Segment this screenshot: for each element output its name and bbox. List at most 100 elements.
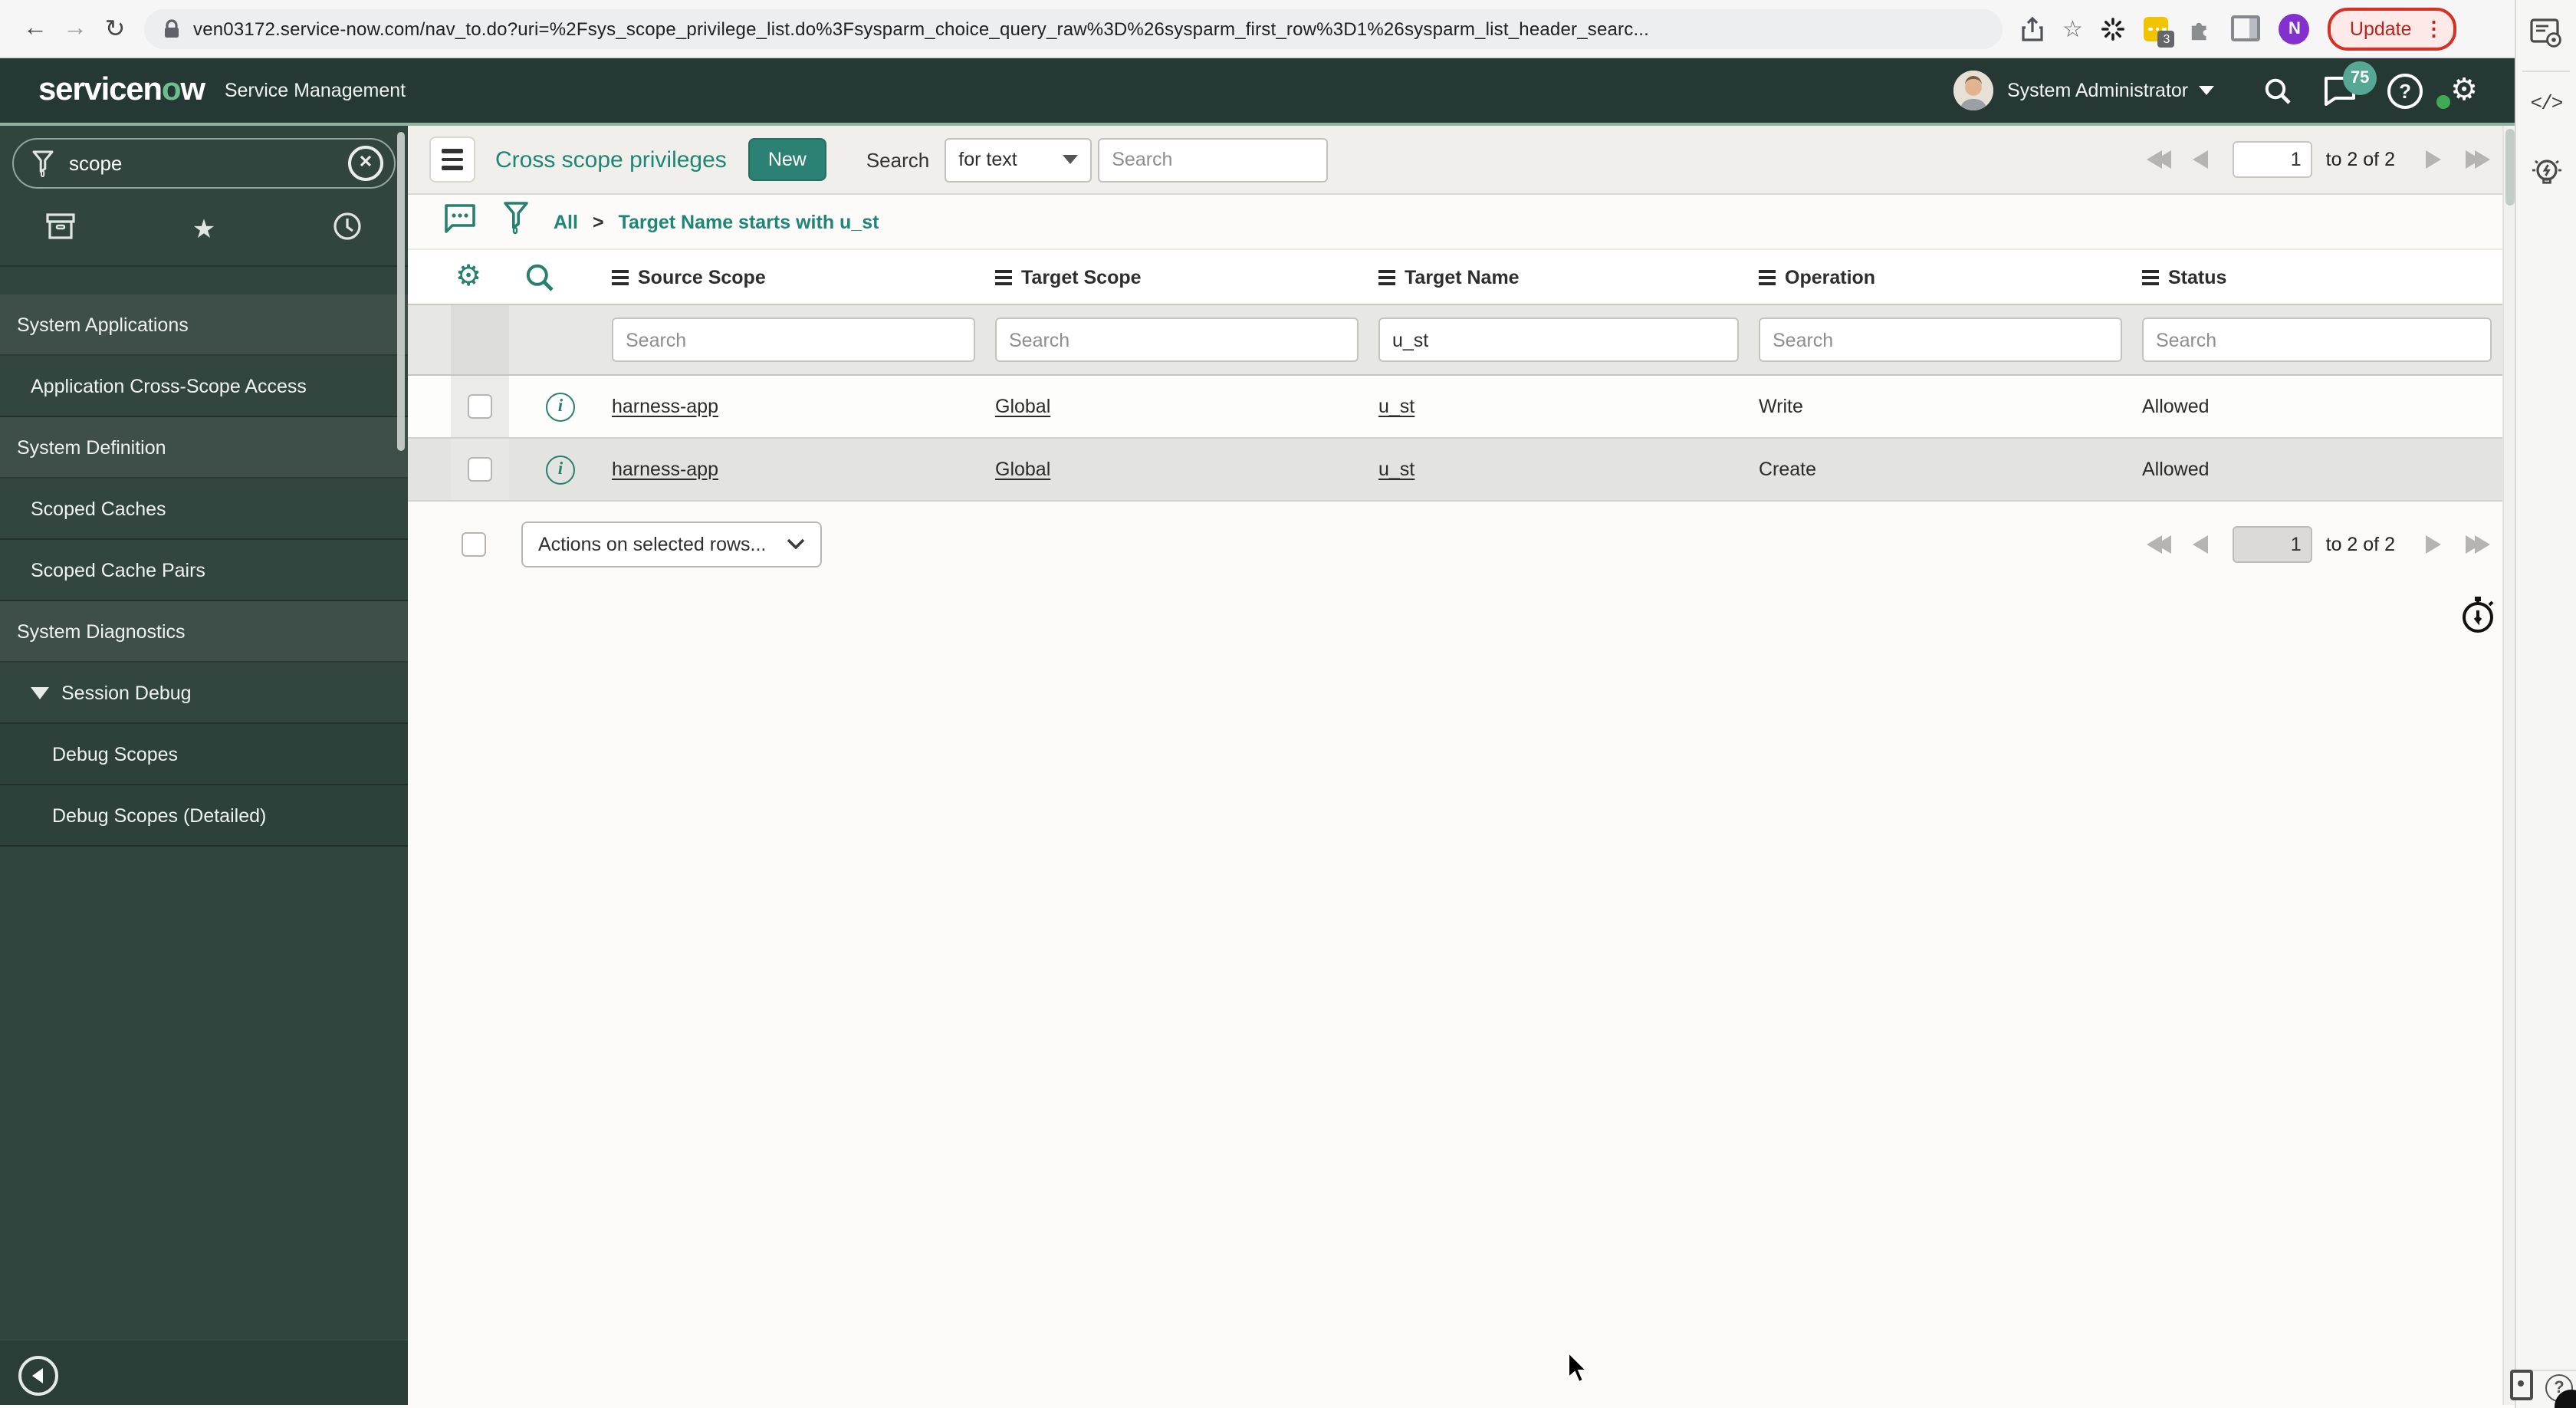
help-icon[interactable]: ? (2387, 73, 2423, 108)
column-menu-icon[interactable] (612, 269, 629, 285)
navigator-filter[interactable]: ✕ (12, 138, 396, 189)
navigator-filter-input[interactable] (66, 150, 348, 176)
last-page-button[interactable] (2466, 535, 2490, 554)
user-menu-caret-icon[interactable] (2199, 86, 2215, 95)
actions-select[interactable]: Actions on selected rows... (521, 521, 822, 567)
list-search-input[interactable] (1098, 137, 1329, 182)
column-menu-icon[interactable] (1378, 269, 1395, 285)
global-search-icon[interactable] (2263, 76, 2292, 105)
record-info-icon[interactable]: i (546, 392, 575, 421)
column-header-source-scope[interactable]: Source Scope (612, 250, 995, 304)
conversations-icon[interactable]: 75 (2323, 61, 2377, 106)
settings-gear-icon[interactable]: ⚙ (2450, 75, 2478, 106)
breadcrumb-all-link[interactable]: All (554, 211, 578, 232)
filter-input-target-name[interactable] (1378, 317, 1739, 362)
code-console-icon[interactable]: </> (2516, 92, 2576, 115)
record-info-icon[interactable]: i (546, 455, 575, 484)
select-all-checkbox[interactable] (462, 532, 486, 557)
list-context-menu-icon[interactable] (429, 137, 475, 183)
previous-page-button[interactable] (2192, 535, 2208, 554)
first-page-button[interactable] (2146, 150, 2171, 169)
column-menu-icon[interactable] (2142, 269, 2159, 285)
content-scrollbar[interactable] (2502, 126, 2515, 1405)
last-page-button[interactable] (2466, 150, 2490, 169)
side-panel-icon[interactable] (2231, 15, 2261, 41)
cell-target-scope-link[interactable]: Global (995, 396, 1050, 417)
next-page-button[interactable] (2426, 150, 2441, 169)
filter-funnel-icon (32, 150, 54, 176)
column-menu-icon[interactable] (1759, 269, 1776, 285)
filter-input-source-scope[interactable] (612, 317, 975, 362)
tab-history[interactable] (333, 211, 362, 248)
navigator-tabs: ★ (0, 193, 408, 267)
list-title[interactable]: Cross scope privileges (495, 146, 727, 173)
filter-input-operation[interactable] (1759, 317, 2122, 362)
collapse-sidebar-button[interactable] (18, 1356, 58, 1396)
new-button[interactable]: New (748, 138, 826, 181)
browser-reload-icon[interactable]: ↻ (95, 13, 135, 44)
next-page-button[interactable] (2426, 535, 2441, 554)
page-number-input[interactable] (2232, 141, 2312, 178)
cell-target-scope-link[interactable]: Global (995, 459, 1050, 480)
list-personalize-gear-icon[interactable]: ⚙ (455, 250, 509, 304)
response-time-icon[interactable] (2459, 595, 2496, 643)
extension-spinner-icon[interactable] (2101, 16, 2126, 41)
sidebar-item-debug-scopes-detailed[interactable]: Debug Scopes (Detailed) (0, 785, 408, 847)
servicenow-header: servicenow Service Management System Adm… (0, 58, 2515, 126)
sidebar-item-scoped-caches[interactable]: Scoped Caches (0, 479, 408, 540)
user-avatar[interactable] (1953, 71, 1993, 110)
column-header-operation[interactable]: Operation (1759, 250, 2142, 304)
navigator-menu: System Applications Application Cross-Sc… (0, 294, 408, 847)
sidebar-section-system-applications[interactable]: System Applications (0, 294, 408, 356)
breadcrumb-filter-link[interactable]: Target Name starts with u_st (619, 211, 879, 232)
column-header-target-name[interactable]: Target Name (1378, 250, 1759, 304)
clear-filter-icon[interactable]: ✕ (348, 146, 383, 181)
extension-yellow-icon[interactable]: 3 (2144, 16, 2175, 47)
application-navigator: ✕ ★ System Applications Application Cros… (0, 126, 408, 1405)
share-icon[interactable] (2021, 16, 2044, 41)
pagination-bottom: to 2 of 2 (2146, 526, 2490, 563)
sidebar-item-debug-scopes[interactable]: Debug Scopes (0, 724, 408, 785)
previous-page-button[interactable] (2192, 150, 2208, 169)
bookmark-star-icon[interactable]: ☆ (2062, 15, 2083, 42)
tab-favorites[interactable]: ★ (192, 216, 216, 242)
servicenow-logo[interactable]: servicenow (38, 72, 205, 109)
column-header-target-scope[interactable]: Target Scope (995, 250, 1378, 304)
column-search-toggle-icon[interactable] (509, 250, 612, 304)
first-page-button[interactable] (2146, 535, 2171, 554)
cell-source-scope-link[interactable]: harness-app (612, 396, 718, 417)
sidebar-scrollbar[interactable] (397, 132, 405, 451)
cell-target-name-link[interactable]: u_st (1378, 459, 1414, 480)
cell-target-name-link[interactable]: u_st (1378, 396, 1414, 417)
column-header-status[interactable]: Status (2142, 250, 2515, 304)
row-checkbox[interactable] (468, 457, 492, 482)
sidebar-section-system-diagnostics[interactable]: System Diagnostics (0, 601, 408, 663)
filter-input-target-scope[interactable] (995, 317, 1359, 362)
idea-lightbulb-icon[interactable] (2516, 153, 2576, 193)
expanded-caret-icon (31, 686, 49, 699)
dock-panel-icon[interactable] (2510, 1370, 2533, 1400)
tab-all-applications[interactable] (46, 212, 75, 246)
update-label: Update (2349, 18, 2412, 39)
cell-source-scope-link[interactable]: harness-app (612, 459, 718, 480)
sidebar-item-scoped-cache-pairs[interactable]: Scoped Cache Pairs (0, 540, 408, 601)
page-number-input[interactable] (2232, 526, 2312, 563)
extensions-puzzle-icon[interactable] (2187, 15, 2213, 41)
column-menu-icon[interactable] (995, 269, 1012, 285)
sidebar-section-system-definition[interactable]: System Definition (0, 417, 408, 479)
address-bar[interactable]: ven03172.service-now.com/nav_to.do?uri=%… (144, 8, 2003, 48)
reading-list-icon[interactable] (2516, 18, 2576, 49)
profile-avatar[interactable]: N (2279, 13, 2310, 44)
search-type-select[interactable]: for text (945, 137, 1092, 182)
sidebar-item-session-debug[interactable]: Session Debug (0, 663, 408, 724)
row-checkbox[interactable] (468, 394, 492, 419)
current-user-name[interactable]: System Administrator (2007, 80, 2188, 101)
browser-forward-icon[interactable]: → (55, 15, 95, 42)
sidebar-item-application-cross-scope-access[interactable]: Application Cross-Scope Access (0, 356, 408, 417)
list-chat-icon[interactable] (443, 202, 477, 242)
filter-input-status[interactable] (2142, 317, 2492, 362)
browser-menu-icon[interactable]: ⋮ (2424, 16, 2444, 41)
chrome-update-button[interactable]: Update ⋮ (2328, 7, 2456, 50)
browser-back-icon[interactable]: ← (15, 15, 55, 42)
filter-breadcrumb-icon[interactable] (503, 201, 529, 242)
